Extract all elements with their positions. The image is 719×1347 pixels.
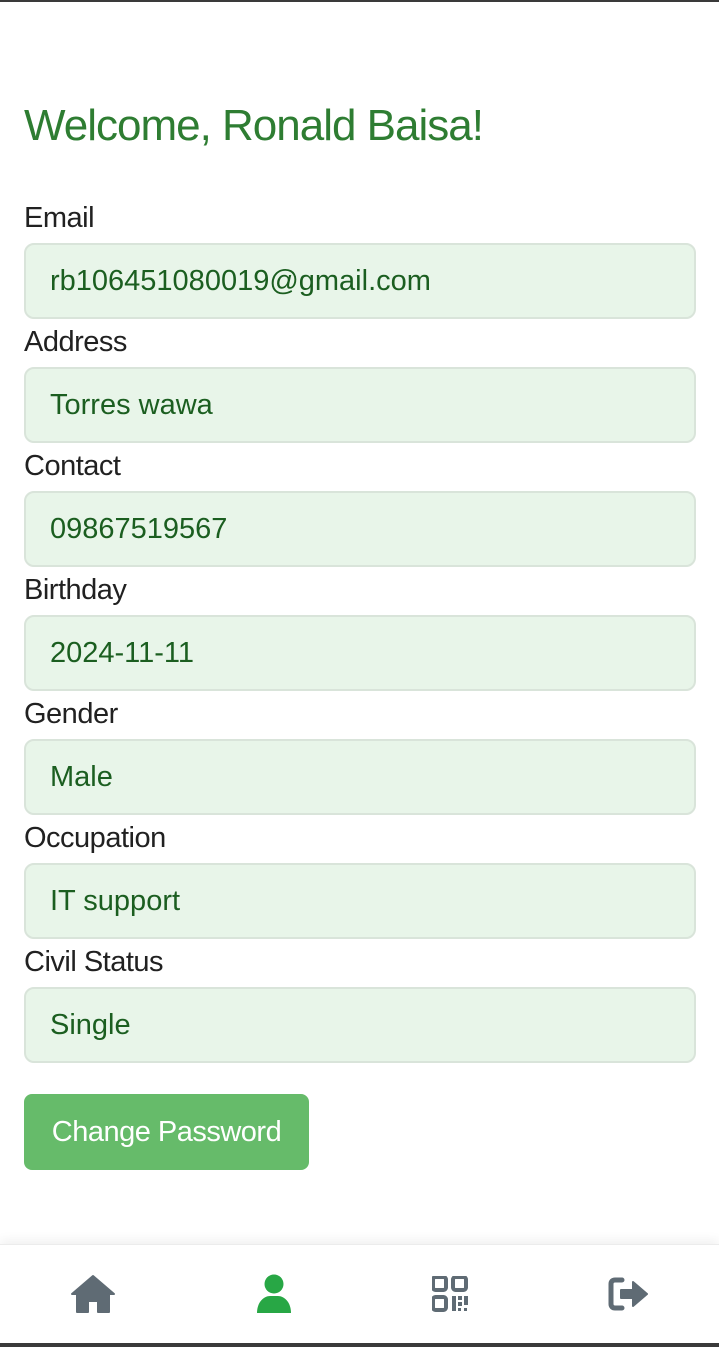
gender-label: Gender	[24, 698, 118, 730]
user-icon	[257, 1274, 291, 1313]
contact-field[interactable]: 09867519567	[24, 491, 696, 567]
email-field[interactable]: rb106451080019@gmail.com	[24, 243, 696, 319]
bottom-border	[0, 1343, 719, 1347]
qrcode-icon	[432, 1276, 468, 1312]
birthday-field[interactable]: 2024-11-11	[24, 615, 696, 691]
occupation-label: Occupation	[24, 822, 166, 854]
email-label: Email	[24, 202, 95, 234]
logout-icon	[608, 1277, 648, 1311]
nav-home[interactable]	[63, 1269, 123, 1319]
civil-status-field-group: Civil Status Single	[24, 940, 696, 1063]
occupation-field-group: Occupation IT support	[24, 816, 696, 939]
contact-label: Contact	[24, 450, 121, 482]
top-border	[0, 0, 719, 2]
address-field[interactable]: Torres wawa	[24, 367, 696, 443]
bottom-nav	[0, 1244, 719, 1344]
occupation-field[interactable]: IT support	[24, 863, 696, 939]
nav-logout[interactable]	[599, 1269, 659, 1319]
civil-status-field[interactable]: Single	[24, 987, 696, 1063]
nav-profile[interactable]	[244, 1269, 304, 1319]
birthday-field-group: Birthday 2024-11-11	[24, 568, 696, 691]
welcome-heading: Welcome, Ronald Baisa!	[24, 101, 484, 150]
change-password-button[interactable]: Change Password	[24, 1094, 309, 1170]
address-label: Address	[24, 326, 127, 358]
profile-form: Email rb106451080019@gmail.com Address T…	[24, 196, 696, 1063]
contact-field-group: Contact 09867519567	[24, 444, 696, 567]
birthday-label: Birthday	[24, 574, 127, 606]
nav-qrcode[interactable]	[420, 1269, 480, 1319]
email-field-group: Email rb106451080019@gmail.com	[24, 196, 696, 319]
gender-field[interactable]: Male	[24, 739, 696, 815]
home-icon	[71, 1275, 115, 1313]
civil-status-label: Civil Status	[24, 946, 164, 978]
gender-field-group: Gender Male	[24, 692, 696, 815]
address-field-group: Address Torres wawa	[24, 320, 696, 443]
